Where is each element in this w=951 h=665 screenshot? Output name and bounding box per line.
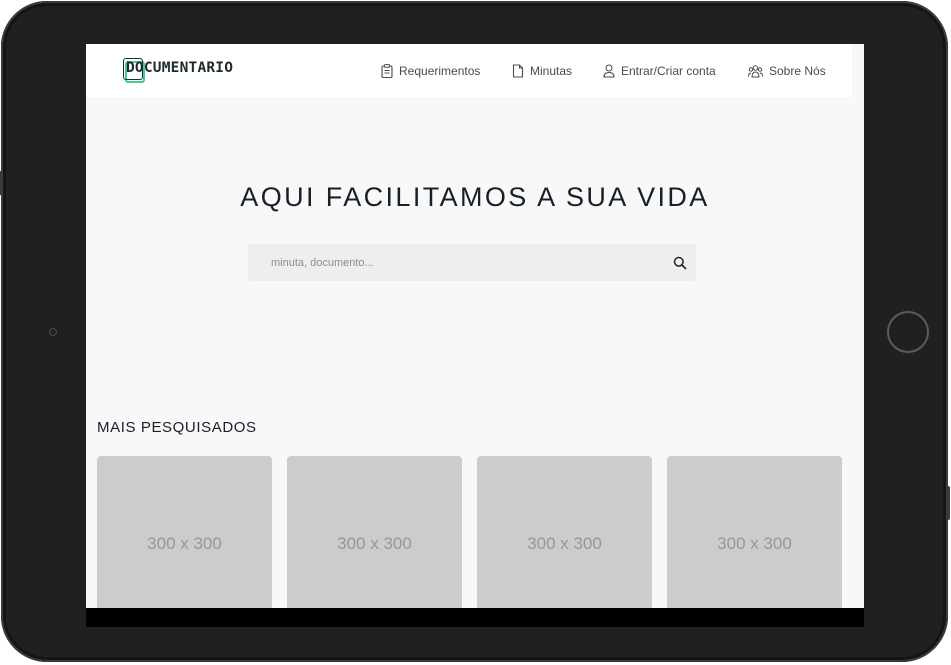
nav-requerimentos[interactable]: Requerimentos	[381, 61, 480, 81]
nav-label: Entrar/Criar conta	[621, 64, 716, 78]
user-icon	[603, 64, 615, 78]
tablet-frame: DOCUMENTARIO Requerimentos Minutas Entra…	[0, 1, 950, 662]
screen: DOCUMENTARIO Requerimentos Minutas Entra…	[86, 44, 864, 627]
home-button[interactable]	[887, 311, 929, 353]
camera-icon	[49, 328, 57, 336]
navbar: DOCUMENTARIO Requerimentos Minutas Entra…	[86, 44, 852, 97]
search-icon[interactable]	[672, 255, 688, 271]
nav-sobre-nos[interactable]: Sobre Nós	[748, 61, 826, 81]
placeholder-card[interactable]: 300 x 300	[97, 456, 272, 627]
nav-label: Requerimentos	[399, 64, 481, 78]
nav-label: Minutas	[530, 64, 573, 78]
placeholder-card[interactable]: 300 x 300	[667, 456, 842, 627]
most-searched-title: MAIS PESQUISADOS	[97, 419, 257, 436]
users-icon	[748, 64, 763, 77]
side-button	[946, 486, 950, 520]
brand-name: DOCUMENTARIO	[126, 60, 234, 76]
screen-bottom-bar	[86, 608, 864, 627]
search-input[interactable]	[248, 244, 648, 281]
hero-title: AQUI FACILITAMOS A SUA VIDA	[240, 182, 710, 212]
nav-minutas[interactable]: Minutas	[512, 61, 572, 81]
nav-label: Sobre Nós	[769, 64, 826, 78]
search-bar	[248, 244, 696, 281]
volume-button	[0, 171, 3, 195]
placeholder-card[interactable]: 300 x 300	[287, 456, 462, 627]
clipboard-icon	[381, 64, 393, 78]
brand-logo[interactable]: DOCUMENTARIO	[123, 58, 273, 86]
placeholder-card[interactable]: 300 x 300	[477, 456, 652, 627]
file-icon	[512, 64, 524, 78]
nav-entrar-criar-conta[interactable]: Entrar/Criar conta	[603, 61, 716, 81]
